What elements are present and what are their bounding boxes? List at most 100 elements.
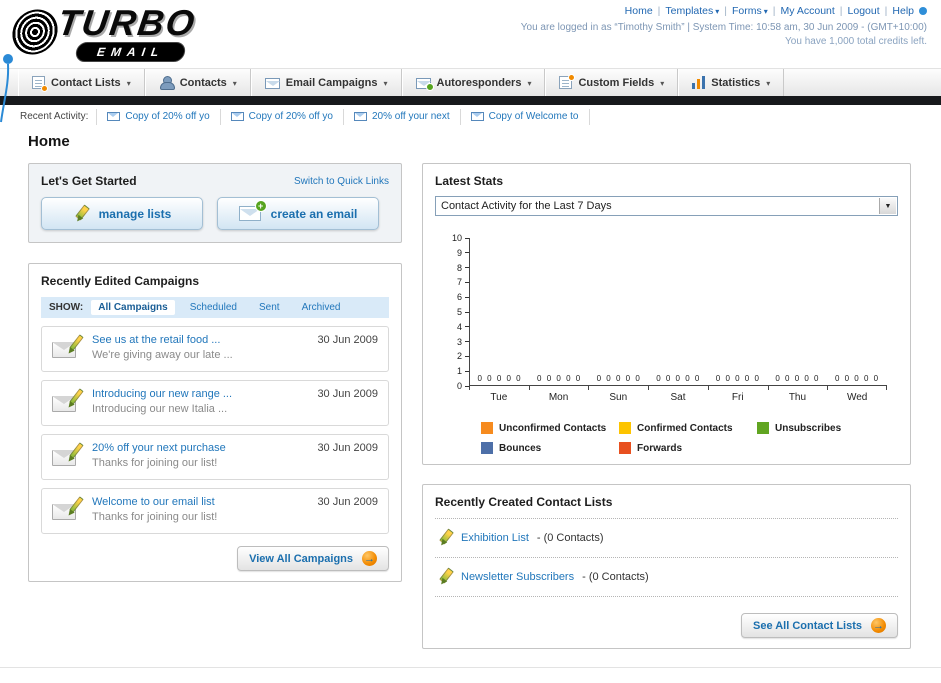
create-email-button[interactable]: create an email (217, 197, 379, 230)
campaign-filter-bar: SHOW: All Campaigns Scheduled Sent Archi… (41, 297, 389, 318)
tab-label: Autoresponders (436, 76, 522, 89)
chart-bar-group: 0 0 0 0 0 (596, 374, 642, 383)
tab-email-campaigns[interactable]: Email Campaigns (250, 69, 402, 96)
tab-contacts[interactable]: Contacts (144, 69, 251, 96)
y-axis-tick: 1 (457, 366, 469, 376)
filter-all-campaigns[interactable]: All Campaigns (91, 300, 175, 315)
email-icon (353, 112, 367, 121)
logo-subtext: EMAIL (74, 42, 187, 62)
campaign-text: See us at the retail food ... We're givi… (92, 334, 307, 361)
x-axis-label: Thu (767, 386, 828, 406)
see-all-contact-lists-label: See All Contact Lists (752, 619, 862, 632)
recent-activity-item[interactable]: Copy of Welcome to (459, 108, 590, 125)
chart-x-labels: Tue Mon Sun Sat Fri Thu Wed (469, 386, 887, 406)
y-axis-tick: 10 (452, 233, 469, 243)
campaign-row[interactable]: Introducing our new range ... Introducin… (41, 380, 389, 426)
campaign-title-link[interactable]: Introducing our new range ... (92, 388, 307, 400)
nav-link-templates[interactable]: Templates (665, 5, 713, 17)
campaign-title-link[interactable]: See us at the retail food ... (92, 334, 307, 346)
x-axis-label: Sat (648, 386, 708, 406)
tab-label: Email Campaigns (285, 76, 378, 89)
nav-link-logout[interactable]: Logout (848, 5, 880, 17)
left-column: Let's Get Started Switch to Quick Links … (28, 163, 402, 582)
legend-label: Unsubscribes (775, 422, 842, 434)
chevron-down-icon (383, 77, 387, 89)
chevron-down-icon (233, 77, 237, 89)
chart-bar-group: 0 0 0 0 0 (834, 374, 880, 383)
nav-link-help[interactable]: Help (892, 5, 914, 17)
y-axis-tick: 9 (457, 248, 469, 258)
switch-quick-links[interactable]: Switch to Quick Links (294, 176, 389, 187)
contact-list-link[interactable]: Newsletter Subscribers (461, 571, 574, 583)
contact-list-count: - (0 Contacts) (582, 571, 649, 583)
legend-swatch (619, 422, 631, 434)
nav-link-my-account[interactable]: My Account (781, 5, 835, 17)
chevron-down-icon (127, 77, 131, 89)
manage-lists-label: manage lists (98, 206, 172, 221)
y-axis-tick: 8 (457, 263, 469, 273)
campaign-text: Welcome to our email list Thanks for joi… (92, 496, 307, 523)
view-all-campaigns-button[interactable]: View All Campaigns (237, 546, 389, 571)
campaign-row[interactable]: Welcome to our email list Thanks for joi… (41, 488, 389, 534)
recent-activity-item[interactable]: Copy of 20% off yo (96, 108, 219, 125)
legend-swatch (619, 442, 631, 454)
get-started-panel: Let's Get Started Switch to Quick Links … (28, 163, 402, 243)
arrow-right-icon (362, 551, 377, 566)
arrow-right-icon (871, 618, 886, 633)
y-axis-tick: 7 (457, 277, 469, 287)
chart-bar-group: 0 0 0 0 0 (775, 374, 820, 383)
campaign-row[interactable]: 20% off your next purchase Thanks for jo… (41, 434, 389, 480)
edit-campaign-icon (52, 442, 84, 468)
divider (719, 5, 732, 17)
legend-label: Bounces (499, 442, 542, 454)
legend-item: Confirmed Contacts (619, 422, 757, 434)
contacts-icon (159, 75, 175, 90)
manage-lists-button[interactable]: manage lists (41, 197, 203, 230)
tab-autoresponders[interactable]: Autoresponders (401, 69, 546, 96)
latest-stats-panel: Latest Stats Contact Activity for the La… (422, 163, 911, 465)
tab-contact-lists[interactable]: Contact Lists (18, 69, 145, 96)
tab-custom-fields[interactable]: Custom Fields (545, 69, 679, 96)
y-axis-tick: 0 (457, 381, 469, 391)
contact-list-row[interactable]: Exhibition List - (0 Contacts) (435, 519, 898, 558)
contact-activity-chart: 0 1 2 3 4 5 6 7 8 9 10 0 0 0 0 00 0 0 0 00 0 0 0 0… (435, 233, 898, 406)
recent-activity-item[interactable]: Copy of 20% off yo (219, 108, 343, 125)
contact-list-row[interactable]: Newsletter Subscribers - (0 Contacts) (435, 558, 898, 597)
campaign-subtitle: Introducing our new Italia ... (92, 403, 228, 415)
y-axis-tick: 6 (457, 292, 469, 302)
legend-swatch (757, 422, 769, 434)
filter-sent[interactable]: Sent (252, 300, 287, 315)
x-axis-label: Sun (588, 386, 648, 406)
y-axis-tick: 2 (457, 351, 469, 361)
tab-label: Custom Fields (578, 76, 655, 89)
recent-activity-link: Copy of Welcome to (488, 111, 579, 122)
view-all-campaigns-label: View All Campaigns (249, 552, 353, 565)
y-axis-tick: 4 (457, 322, 469, 332)
nav-link-forms[interactable]: Forms (732, 5, 762, 17)
stats-period-value: Contact Activity for the Last 7 Days (441, 200, 612, 212)
recent-campaigns-panel: Recently Edited Campaigns SHOW: All Camp… (28, 263, 402, 582)
recent-activity-item[interactable]: 20% off your next (342, 108, 460, 125)
nav-link-home[interactable]: Home (625, 5, 653, 17)
campaign-title-link[interactable]: Welcome to our email list (92, 496, 307, 508)
see-all-contact-lists-button[interactable]: See All Contact Lists (740, 613, 898, 638)
stats-period-select[interactable]: Contact Activity for the Last 7 Days (435, 196, 898, 216)
tab-statistics[interactable]: Statistics (678, 69, 785, 96)
app-logo[interactable]: TURBO EMAIL (10, 2, 290, 66)
filter-scheduled[interactable]: Scheduled (183, 300, 244, 315)
campaign-title-link[interactable]: 20% off your next purchase (92, 442, 307, 454)
filter-archived[interactable]: Archived (295, 300, 348, 315)
top-bar: TURBO EMAIL Home Templates Forms My Account… (0, 0, 941, 68)
campaigns-panel-title: Recently Edited Campaigns (41, 274, 200, 288)
campaign-row[interactable]: See us at the retail food ... We're givi… (41, 326, 389, 372)
chevron-down-icon (660, 77, 664, 89)
stats-panel-title: Latest Stats (435, 174, 504, 188)
divider (880, 5, 893, 17)
help-dot-icon (919, 7, 927, 16)
recent-activity-bar: Recent Activity: Copy of 20% off yo Copy… (0, 105, 941, 128)
email-campaigns-icon (264, 78, 280, 89)
legend-label: Confirmed Contacts (637, 422, 733, 434)
logo-swirl-icon (10, 5, 60, 59)
contact-list-link[interactable]: Exhibition List (461, 532, 529, 544)
login-info: You are logged in as “Timothy Smith” | S… (520, 22, 927, 33)
